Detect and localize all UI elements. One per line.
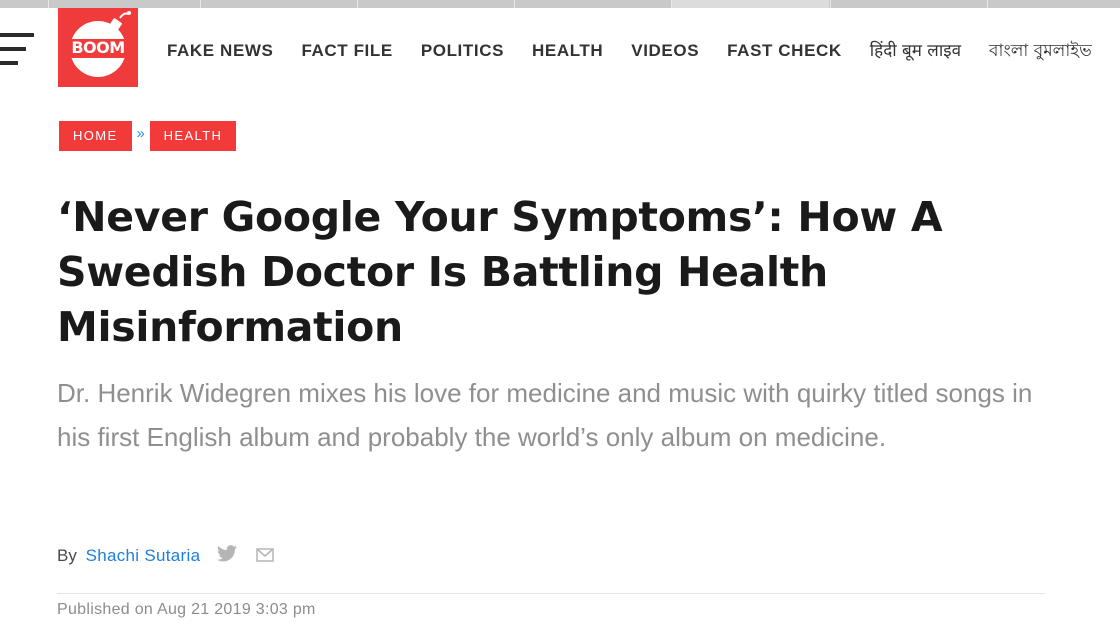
- email-icon[interactable]: [256, 546, 274, 568]
- main-nav: FAKE NEWS FACT FILE POLITICS HEALTH VIDEOS FA…: [167, 38, 1120, 66]
- nav-item-fake-news[interactable]: FAKE NEWS: [167, 41, 273, 61]
- author-link[interactable]: Shachi Sutaria: [86, 546, 201, 565]
- strip-segment: [830, 0, 986, 8]
- strip-segment: [514, 0, 670, 8]
- breadcrumb-separator: »: [136, 125, 145, 142]
- strip-segment: [48, 0, 199, 8]
- strip-segment: [671, 0, 829, 8]
- strip-segment: [987, 0, 1120, 8]
- byline: By Shachi Sutaria: [57, 545, 274, 567]
- hamburger-menu-icon[interactable]: [0, 33, 36, 67]
- strip-segment: [357, 0, 513, 8]
- twitter-icon[interactable]: [217, 545, 238, 568]
- strip-segment: [200, 0, 356, 8]
- breadcrumb-health[interactable]: HEALTH: [149, 121, 237, 151]
- article-title: ‘Never Google Your Symptoms’: How A Swed…: [57, 193, 943, 351]
- published-date: Published on Aug 21 2019 3:03 pm: [57, 601, 316, 618]
- article-subtitle: Dr. Henrik Widegren mixes his love for m…: [57, 378, 1033, 452]
- site-header: BOOM FAKE NEWS FACT FILE POLITICS HEALTH VID…: [0, 8, 1120, 88]
- breadcrumb: HOME» HEALTH: [59, 121, 237, 151]
- nav-item-politics[interactable]: POLITICS: [421, 41, 504, 61]
- byline-prefix: By: [57, 546, 77, 565]
- boom-logo[interactable]: BOOM: [58, 8, 138, 87]
- nav-item-bangla-boom-live[interactable]: বাংলা বুমলাইভ: [989, 38, 1092, 66]
- breadcrumb-home[interactable]: HOME: [59, 121, 132, 151]
- nav-item-videos[interactable]: VIDEOS: [631, 41, 699, 61]
- nav-item-fact-file[interactable]: FACT FILE: [301, 41, 392, 61]
- nav-item-hindi-boom-live[interactable]: हिंदी बूम लाइव: [870, 38, 961, 61]
- nav-item-health[interactable]: HEALTH: [532, 41, 603, 61]
- divider: [57, 593, 1045, 594]
- nav-item-fast-check[interactable]: FAST CHECK: [727, 41, 842, 61]
- browser-top-strip: [0, 0, 1120, 8]
- logo-text: BOOM: [71, 38, 125, 57]
